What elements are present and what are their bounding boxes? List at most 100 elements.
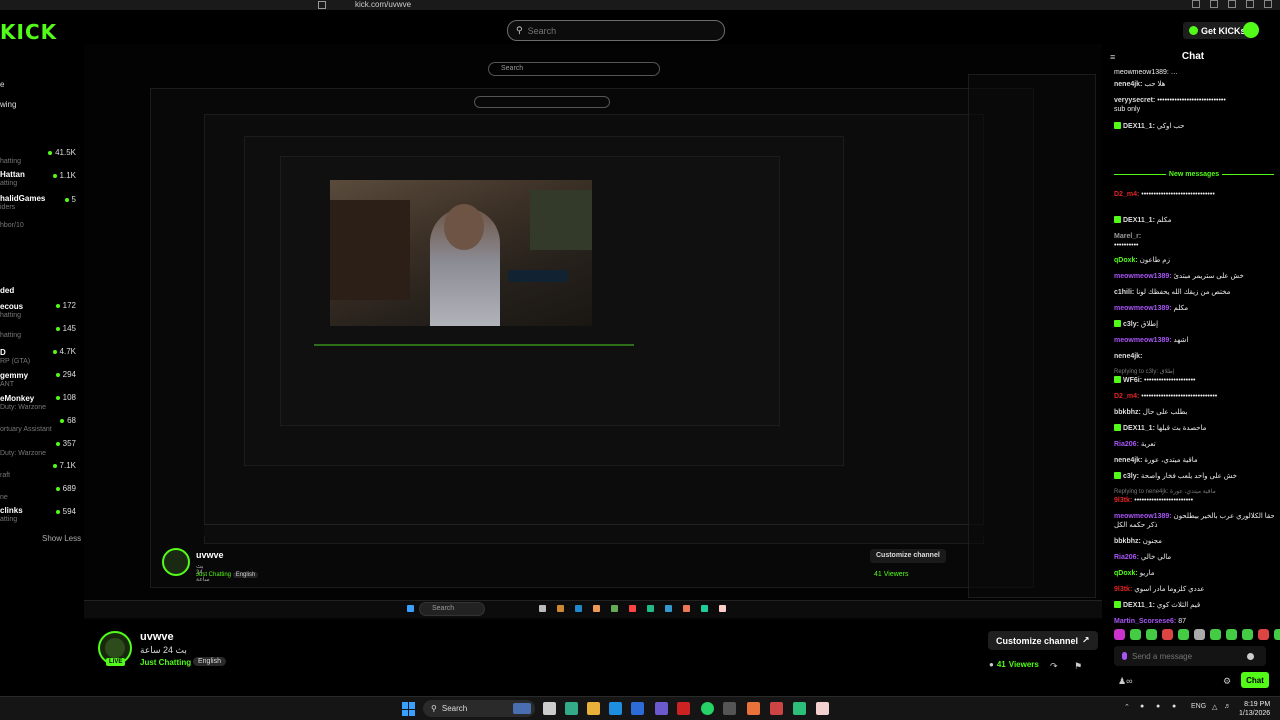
tray-app-icon[interactable]: ● [1156, 703, 1160, 710]
chat-username[interactable]: DEX11_1: [1123, 123, 1155, 130]
people-icon[interactable]: ♟∞ [1118, 676, 1132, 687]
window-icon[interactable] [1246, 0, 1254, 8]
category-link[interactable]: Just Chatting [140, 658, 191, 667]
chat-username[interactable]: meowmeow1389: [1114, 273, 1172, 280]
chat-username[interactable]: DEX11_1: [1123, 217, 1155, 224]
chat-username[interactable]: c3ly: [1123, 321, 1139, 328]
chat-username[interactable]: nene4jk: [1114, 81, 1142, 88]
emote-icon[interactable] [1114, 629, 1125, 640]
chat-message[interactable]: ذكر حكمه الكل [1114, 521, 1157, 530]
chat-input[interactable] [1132, 651, 1242, 661]
emote-icon[interactable] [1162, 629, 1173, 640]
chat-message[interactable]: D2_m4: ••••••••••••••••••••••••••••••• [1114, 392, 1217, 401]
mic-icon[interactable] [1122, 652, 1127, 660]
tray-app-icon[interactable]: ● [1140, 703, 1144, 710]
volume-icon[interactable]: ♬ [1224, 703, 1231, 710]
sidebar-icon[interactable] [1210, 0, 1218, 8]
chat-username[interactable]: Marel_r: [1114, 233, 1141, 240]
brave-icon[interactable] [747, 702, 760, 715]
taskbar-search[interactable]: ⚲ Search [423, 700, 535, 717]
chat-username[interactable]: 9l3tk: [1114, 497, 1132, 504]
chat-message[interactable]: sub only [1114, 105, 1140, 114]
chat-message[interactable]: nene4jk: ماقية ميتدي، عورة [1114, 456, 1198, 465]
chat-message[interactable]: meowmeow1389: مكلم [1114, 304, 1188, 313]
chat-message[interactable]: 9l3tk: •••••••••••••••••••••••• [1114, 496, 1193, 505]
tabs-icon[interactable] [1228, 0, 1236, 8]
more-icon[interactable]: ⚑ [1074, 661, 1082, 672]
channel-name[interactable]: uvwve [140, 631, 174, 643]
chat-message[interactable]: nene4jk: هلا حب [1114, 80, 1165, 89]
file-explorer-icon[interactable] [587, 702, 600, 715]
chat-message[interactable]: qDoxk: زم طاعون [1114, 256, 1170, 265]
emote-icon[interactable] [1274, 629, 1280, 640]
menu-icon[interactable] [1264, 0, 1272, 8]
task-view-icon[interactable] [543, 702, 556, 715]
emote-icon[interactable] [1194, 629, 1205, 640]
chat-message[interactable]: Martin_Scorsese6: 87 [1114, 617, 1186, 626]
chat-message[interactable]: qDoxk: ماريو [1114, 569, 1155, 578]
chat-message[interactable]: Ria206: مالي خالي [1114, 553, 1171, 562]
chat-message[interactable]: meowmeow1389: اشهد [1114, 336, 1188, 345]
chat-message[interactable]: c3ly: خش على واحد يلعب فخار واصحة [1114, 472, 1237, 481]
language-indicator[interactable]: ENG [1191, 703, 1206, 710]
chat-message[interactable]: WF6i: ••••••••••••••••••••• [1114, 376, 1195, 385]
chat-message[interactable]: veryysecret: •••••••••••••••••••••••••••… [1114, 96, 1226, 105]
bookmark-icon[interactable] [318, 1, 326, 9]
app-icon[interactable] [816, 702, 829, 715]
emote-icon[interactable] [1130, 629, 1141, 640]
chat-message[interactable]: DEX11_1: قيم الثلاث كوي [1114, 601, 1200, 610]
show-less-button[interactable]: Show Less [42, 534, 81, 543]
chat-username[interactable]: bbkbhz: [1114, 409, 1141, 416]
emote-icon[interactable] [1242, 629, 1253, 640]
chat-message[interactable]: meowmeow1389: حقا الكلالوري عرب بالخير ب… [1114, 512, 1274, 521]
app-icon[interactable] [677, 702, 690, 715]
video-player[interactable]: Search Search uvwve بث 24 ساعة Just Chat… [84, 44, 1102, 620]
chat-message[interactable]: bbkbhz: بطلب على حال [1114, 408, 1187, 417]
chat-message[interactable]: DEX11_1: ماحصدة بث قبلها [1114, 424, 1206, 433]
user-avatar[interactable] [1243, 22, 1259, 38]
share-icon[interactable]: ↷ [1050, 661, 1058, 672]
chat-username[interactable]: qDoxk: [1114, 570, 1138, 577]
emoji-icon[interactable] [1247, 652, 1254, 660]
chat-username[interactable]: 9l3tk: [1114, 586, 1132, 593]
language-tag[interactable]: English [193, 657, 226, 666]
chat-message[interactable]: Marel_r: [1114, 232, 1141, 241]
chat-username[interactable]: Martin_Scorsese6: [1114, 618, 1176, 625]
chat-username[interactable]: DEX11_1: [1123, 425, 1155, 432]
sidebar-item[interactable]: e [0, 80, 4, 89]
chat-input-box[interactable] [1114, 646, 1266, 666]
outlook-icon[interactable] [631, 702, 644, 715]
search-box[interactable]: ⚲ [507, 20, 725, 41]
emote-icon[interactable] [1146, 629, 1157, 640]
chat-username[interactable]: qDoxk: [1114, 257, 1138, 264]
chat-username[interactable]: meowmeow1389: [1114, 305, 1172, 312]
search-input[interactable] [527, 25, 708, 36]
system-clock[interactable]: 8:19 PM 1/13/2026 [1239, 700, 1270, 718]
edge-icon[interactable] [609, 702, 622, 715]
kick-logo[interactable]: KICK [0, 20, 57, 44]
address-bar[interactable]: kick.com/uvwve [355, 0, 411, 9]
chat-username[interactable]: D2_m4: [1114, 191, 1139, 198]
emote-icon[interactable] [1226, 629, 1237, 640]
chat-message[interactable]: meowmeow1389: خش على ستريمر مبتدئ [1114, 272, 1244, 281]
customize-channel-button[interactable]: Customize channel ↗ [988, 631, 1098, 650]
chat-message[interactable]: Ria206: تعرية [1114, 440, 1156, 449]
whatsapp-icon[interactable] [701, 702, 714, 715]
emote-icon[interactable] [1210, 629, 1221, 640]
chat-username[interactable]: WF6i: [1123, 377, 1142, 384]
chat-message[interactable]: c3ly: إطلاق [1114, 320, 1158, 329]
chat-message[interactable]: c1hili: مختص من زيقك الله يحفظك لونا [1114, 288, 1230, 297]
chat-message[interactable]: DEX11_1: حب اوكي [1114, 122, 1185, 131]
chat-username[interactable]: nene4jk: [1114, 353, 1142, 360]
chat-username[interactable]: D2_m4: [1114, 393, 1139, 400]
chat-username[interactable]: DEX11_1: [1123, 602, 1155, 609]
chat-username[interactable]: meowmeow1389: [1114, 513, 1172, 520]
app-icon[interactable] [770, 702, 783, 715]
chat-message[interactable]: •••••••••• [1114, 241, 1139, 250]
chat-username[interactable]: Ria206: [1114, 554, 1139, 561]
chat-username[interactable]: meowmeow1389: [1114, 337, 1172, 344]
chat-message[interactable]: DEX11_1: مكلم [1114, 216, 1171, 225]
emote-icon[interactable] [1178, 629, 1189, 640]
extension-icon[interactable] [1192, 0, 1200, 8]
chat-username[interactable]: Ria206: [1114, 441, 1139, 448]
